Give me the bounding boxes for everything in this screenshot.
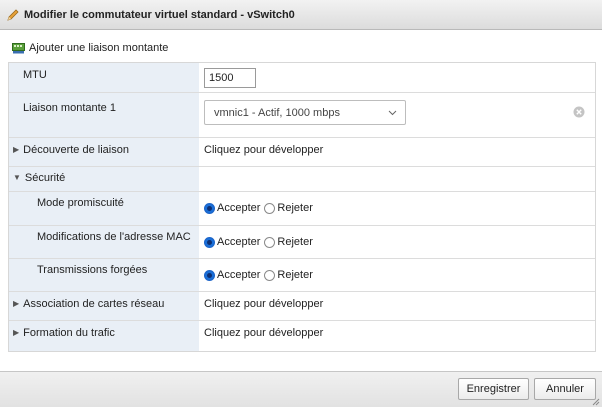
security-label: Sécurité [24,172,66,184]
uplink-1-label: Liaison montante 1 [23,102,116,114]
mac-changes-reject-radio[interactable]: Rejeter [264,236,313,248]
remove-uplink-icon[interactable] [573,106,585,118]
dialog-title: Modifier le commutateur virtuel standard… [24,8,295,21]
forged-accept-radio[interactable]: Accepter [204,269,260,281]
mac-changes-accept-radio[interactable]: Accepter [204,236,260,248]
expand-arrow-icon[interactable]: ▶ [13,145,19,154]
nic-teaming-label: Association de cartes réseau [23,298,165,310]
dialog-footer: Enregistrer Annuler [0,371,602,407]
chevron-down-icon [388,108,397,117]
resize-grip-icon[interactable] [592,397,600,406]
collapse-arrow-icon[interactable]: ▼ [13,173,21,182]
mtu-label: MTU [23,69,47,81]
row-security[interactable]: ▼ Sécurité [9,167,595,192]
row-uplink-1: Liaison montante 1 vmnic1 - Actif, 1000 … [9,93,595,138]
mtu-input[interactable] [204,68,256,88]
cancel-button[interactable]: Annuler [534,378,596,400]
row-traffic-shaping[interactable]: ▶ Formation du trafic Cliquez pour dévelo… [9,321,595,351]
forged-reject-radio[interactable]: Rejeter [264,269,313,281]
switch-properties-grid: MTU Liaison montante 1 vmnic1 - Actif, 1… [8,62,596,352]
promiscuous-reject-radio[interactable]: Rejeter [264,202,313,214]
uplink-1-select[interactable]: vmnic1 - Actif, 1000 mbps [204,100,406,125]
promiscuous-mode-label: Mode promiscuité [37,197,124,209]
promiscuous-accept-radio[interactable]: Accepter [204,202,260,214]
link-discovery-expand-link[interactable]: Cliquez pour développer [204,144,323,156]
save-button[interactable]: Enregistrer [458,378,529,400]
expand-arrow-icon[interactable]: ▶ [13,328,19,337]
add-uplink-label: Ajouter une liaison montante [29,42,169,54]
dialog-title-bar: Modifier le commutateur virtuel standard… [0,0,602,30]
row-forged-transmits: Transmissions forgées Accepter Rejeter [9,259,595,292]
mac-address-changes-label: Modifications de l'adresse MAC [37,231,191,243]
traffic-shaping-expand-link[interactable]: Cliquez pour développer [204,327,323,339]
row-promiscuous-mode: Mode promiscuité Accepter Rejeter [9,192,595,226]
nic-teaming-expand-link[interactable]: Cliquez pour développer [204,298,323,310]
pencil-icon [6,8,20,22]
link-discovery-label: Découverte de liaison [23,144,129,156]
row-nic-teaming[interactable]: ▶ Association de cartes réseau Cliquez po… [9,292,595,321]
row-link-discovery[interactable]: ▶ Découverte de liaison Cliquez pour déve… [9,138,595,167]
forged-transmits-label: Transmissions forgées [37,264,148,276]
row-mtu: MTU [9,63,595,93]
add-uplink-button[interactable]: Ajouter une liaison montante [12,42,168,54]
expand-arrow-icon[interactable]: ▶ [13,299,19,308]
network-adapter-icon [12,42,25,54]
uplink-1-selected-value: vmnic1 - Actif, 1000 mbps [214,106,340,119]
traffic-shaping-label: Formation du trafic [23,327,115,339]
row-mac-address-changes: Modifications de l'adresse MAC Accepter … [9,226,595,259]
